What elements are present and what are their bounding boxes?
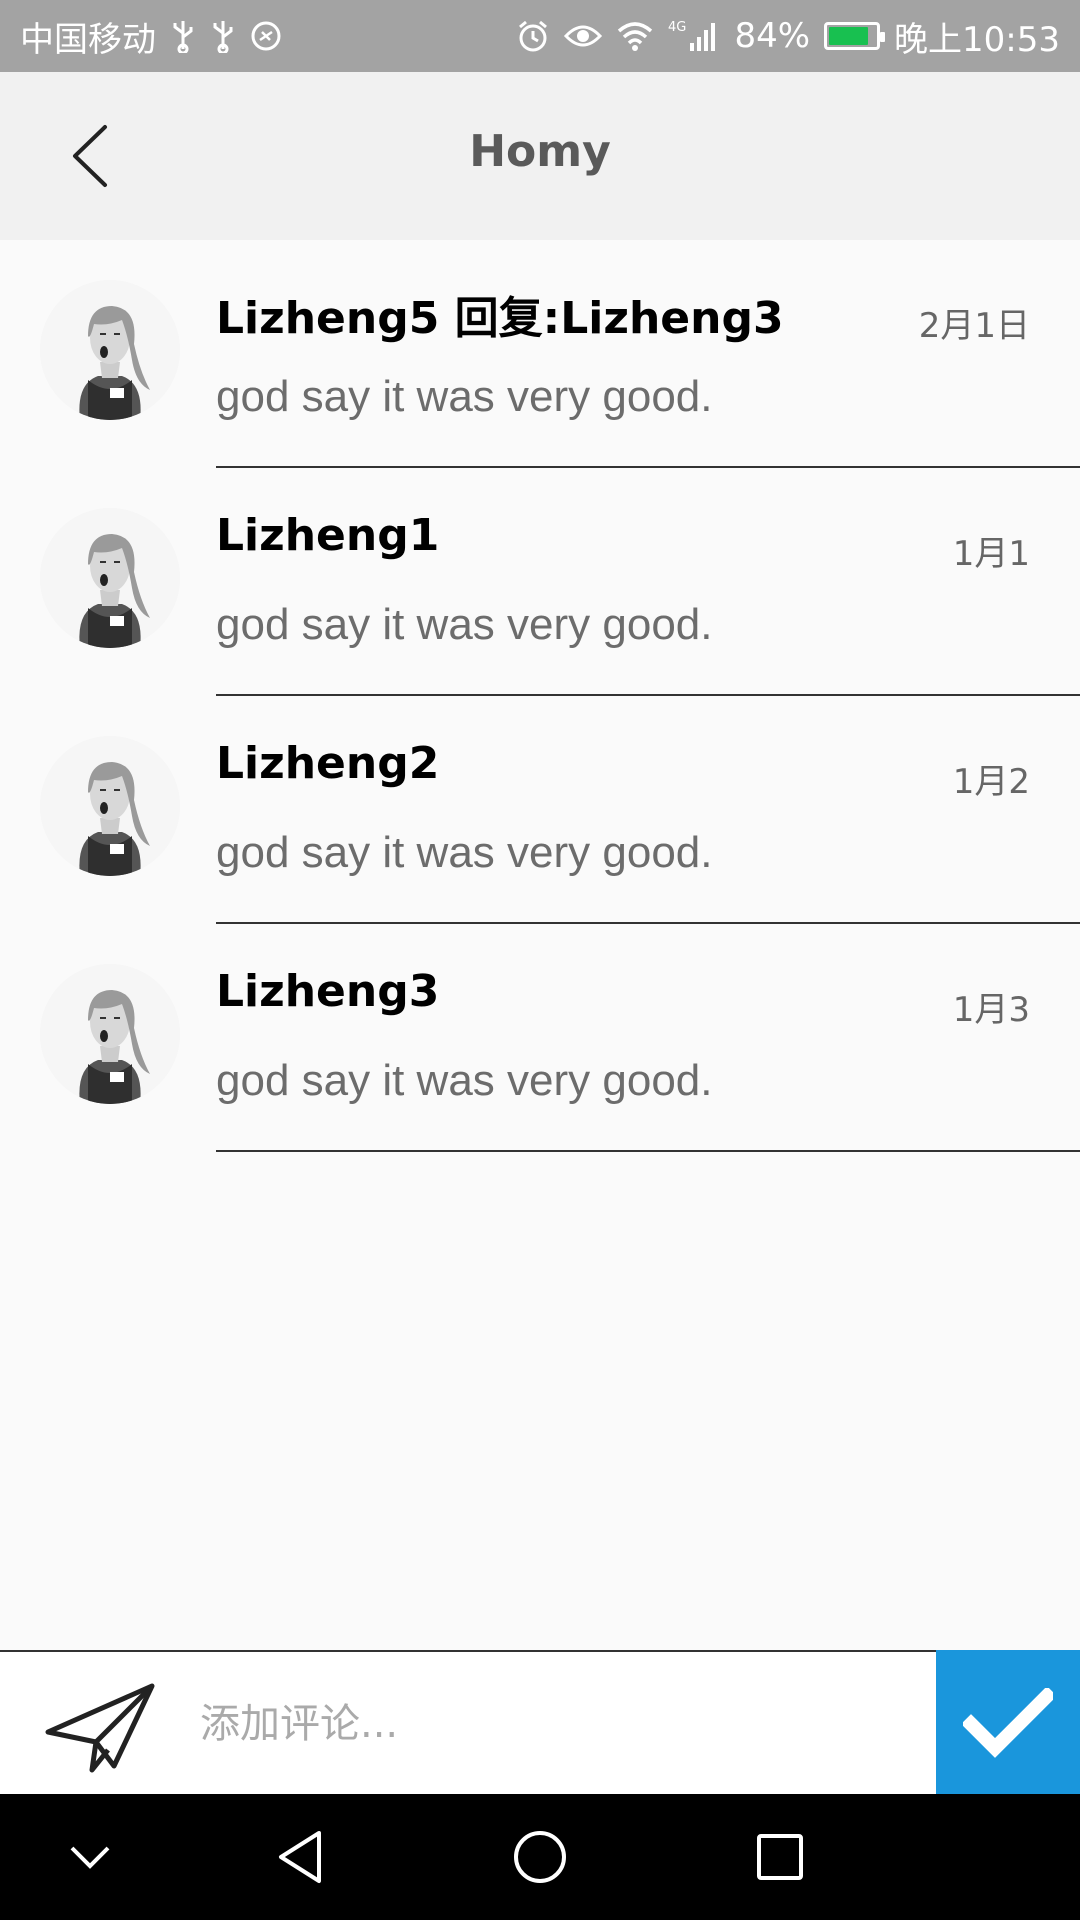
carrier-label: 中国移动	[20, 19, 156, 60]
comment-item[interactable]: Lizheng2 1月2 god say it was very good.	[0, 696, 1080, 924]
status-left: 中国移动	[20, 12, 282, 61]
avatar[interactable]	[40, 964, 180, 1104]
checkmark-icon	[963, 1688, 1053, 1758]
submit-comment-button[interactable]	[936, 1650, 1080, 1796]
hide-nav-button[interactable]	[50, 1822, 130, 1892]
navigation-bar	[0, 1794, 1080, 1920]
comment-author: Lizheng5 回复:Lizheng3	[216, 293, 784, 344]
screen: 中国移动 4G 84% 晚上10:53 Homy Lizheng5 回复:Liz…	[0, 0, 1080, 1920]
comment-text: god say it was very good.	[216, 372, 713, 421]
android-debug-icon	[250, 20, 282, 52]
comment-text: god say it was very good.	[216, 1056, 713, 1105]
battery-percent: 84%	[734, 16, 811, 56]
page-title: Homy	[469, 126, 611, 177]
comment-author: Lizheng2	[216, 738, 440, 789]
avatar[interactable]	[40, 736, 180, 876]
paper-plane-icon	[45, 1683, 155, 1773]
comment-date: 1月2	[952, 762, 1030, 802]
battery-icon	[824, 22, 886, 50]
send-button[interactable]	[40, 1678, 160, 1778]
divider	[216, 1150, 1080, 1152]
home-circle-icon	[514, 1831, 566, 1883]
comment-item[interactable]: Lizheng5 回复:Lizheng3 2月1日 god say it was…	[0, 240, 1080, 468]
status-right: 4G 84% 晚上10:53	[516, 12, 1060, 61]
back-triangle-icon	[279, 1831, 321, 1883]
alarm-icon	[516, 19, 550, 53]
avatar[interactable]	[40, 508, 180, 648]
comment-date: 2月1日	[918, 306, 1030, 346]
comment-input[interactable]	[200, 1672, 920, 1776]
comment-text: god say it was very good.	[216, 600, 713, 649]
chevron-down-icon	[70, 1846, 110, 1869]
avatar[interactable]	[40, 280, 180, 420]
recents-square-icon	[757, 1834, 803, 1880]
comment-input-bar	[0, 1650, 1080, 1796]
signal-icon: 4G	[668, 19, 720, 53]
comment-item[interactable]: Lizheng3 1月3 god say it was very good.	[0, 924, 1080, 1152]
network-label: 4G	[668, 20, 686, 35]
nav-home-button[interactable]	[500, 1822, 580, 1892]
eye-icon	[564, 21, 603, 51]
wifi-icon	[616, 20, 654, 52]
nav-back-button[interactable]	[260, 1822, 340, 1892]
comment-author: Lizheng3	[216, 966, 440, 1017]
comment-author: Lizheng1	[216, 510, 440, 561]
nav-recents-button[interactable]	[740, 1822, 820, 1892]
comment-text: god say it was very good.	[216, 828, 713, 877]
usb-icon	[210, 19, 236, 53]
usb-icon	[170, 19, 196, 53]
comment-date: 1月3	[952, 990, 1030, 1030]
comment-item[interactable]: Lizheng1 1月1 god say it was very good.	[0, 468, 1080, 696]
clock: 晚上10:53	[894, 19, 1060, 60]
comment-date: 1月1	[952, 534, 1030, 574]
app-header: Homy	[0, 72, 1080, 240]
status-bar: 中国移动 4G 84% 晚上10:53	[0, 0, 1080, 72]
comment-list: Lizheng5 回复:Lizheng3 2月1日 god say it was…	[0, 240, 1080, 1152]
